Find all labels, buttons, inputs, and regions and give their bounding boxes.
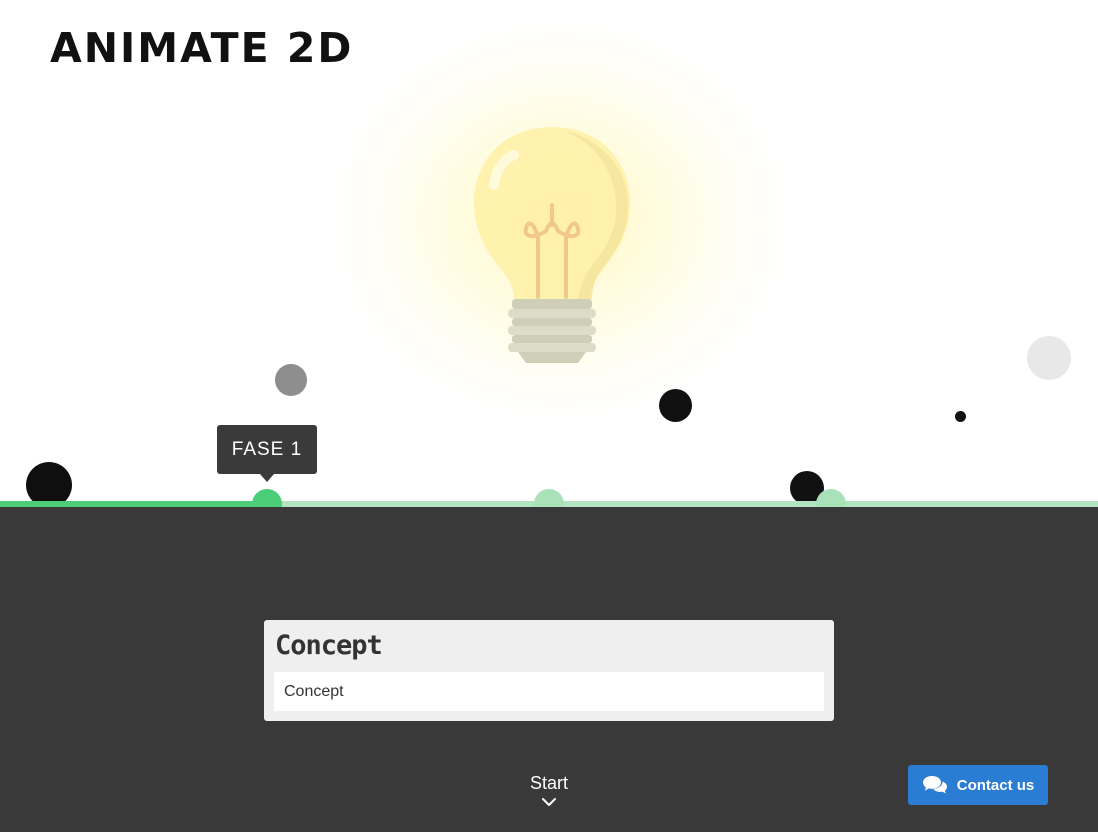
chat-bubbles-icon [922,776,947,794]
card-title: Concept [275,630,383,661]
decorative-dot [955,411,966,422]
chevron-down-icon [542,798,556,806]
decorative-dot [26,462,72,503]
decorative-dot [275,364,307,396]
hero-section: ANIMATE 2D [0,0,1098,503]
phase-card: Concept Concept [264,620,834,721]
site-title: ANIMATE 2D [50,24,354,72]
lightbulb-icon [474,127,630,363]
decorative-dot [1027,336,1071,380]
contact-us-button[interactable]: Contact us [908,765,1048,805]
content-panel: Concept Concept Start Contact us [0,507,1098,832]
decorative-dot [659,389,692,422]
phase-tooltip: FASE 1 [217,425,317,482]
contact-us-label: Contact us [956,776,1035,794]
start-label: Start [529,773,568,793]
start-button[interactable]: Start [499,773,599,808]
card-body: Concept [274,672,824,711]
